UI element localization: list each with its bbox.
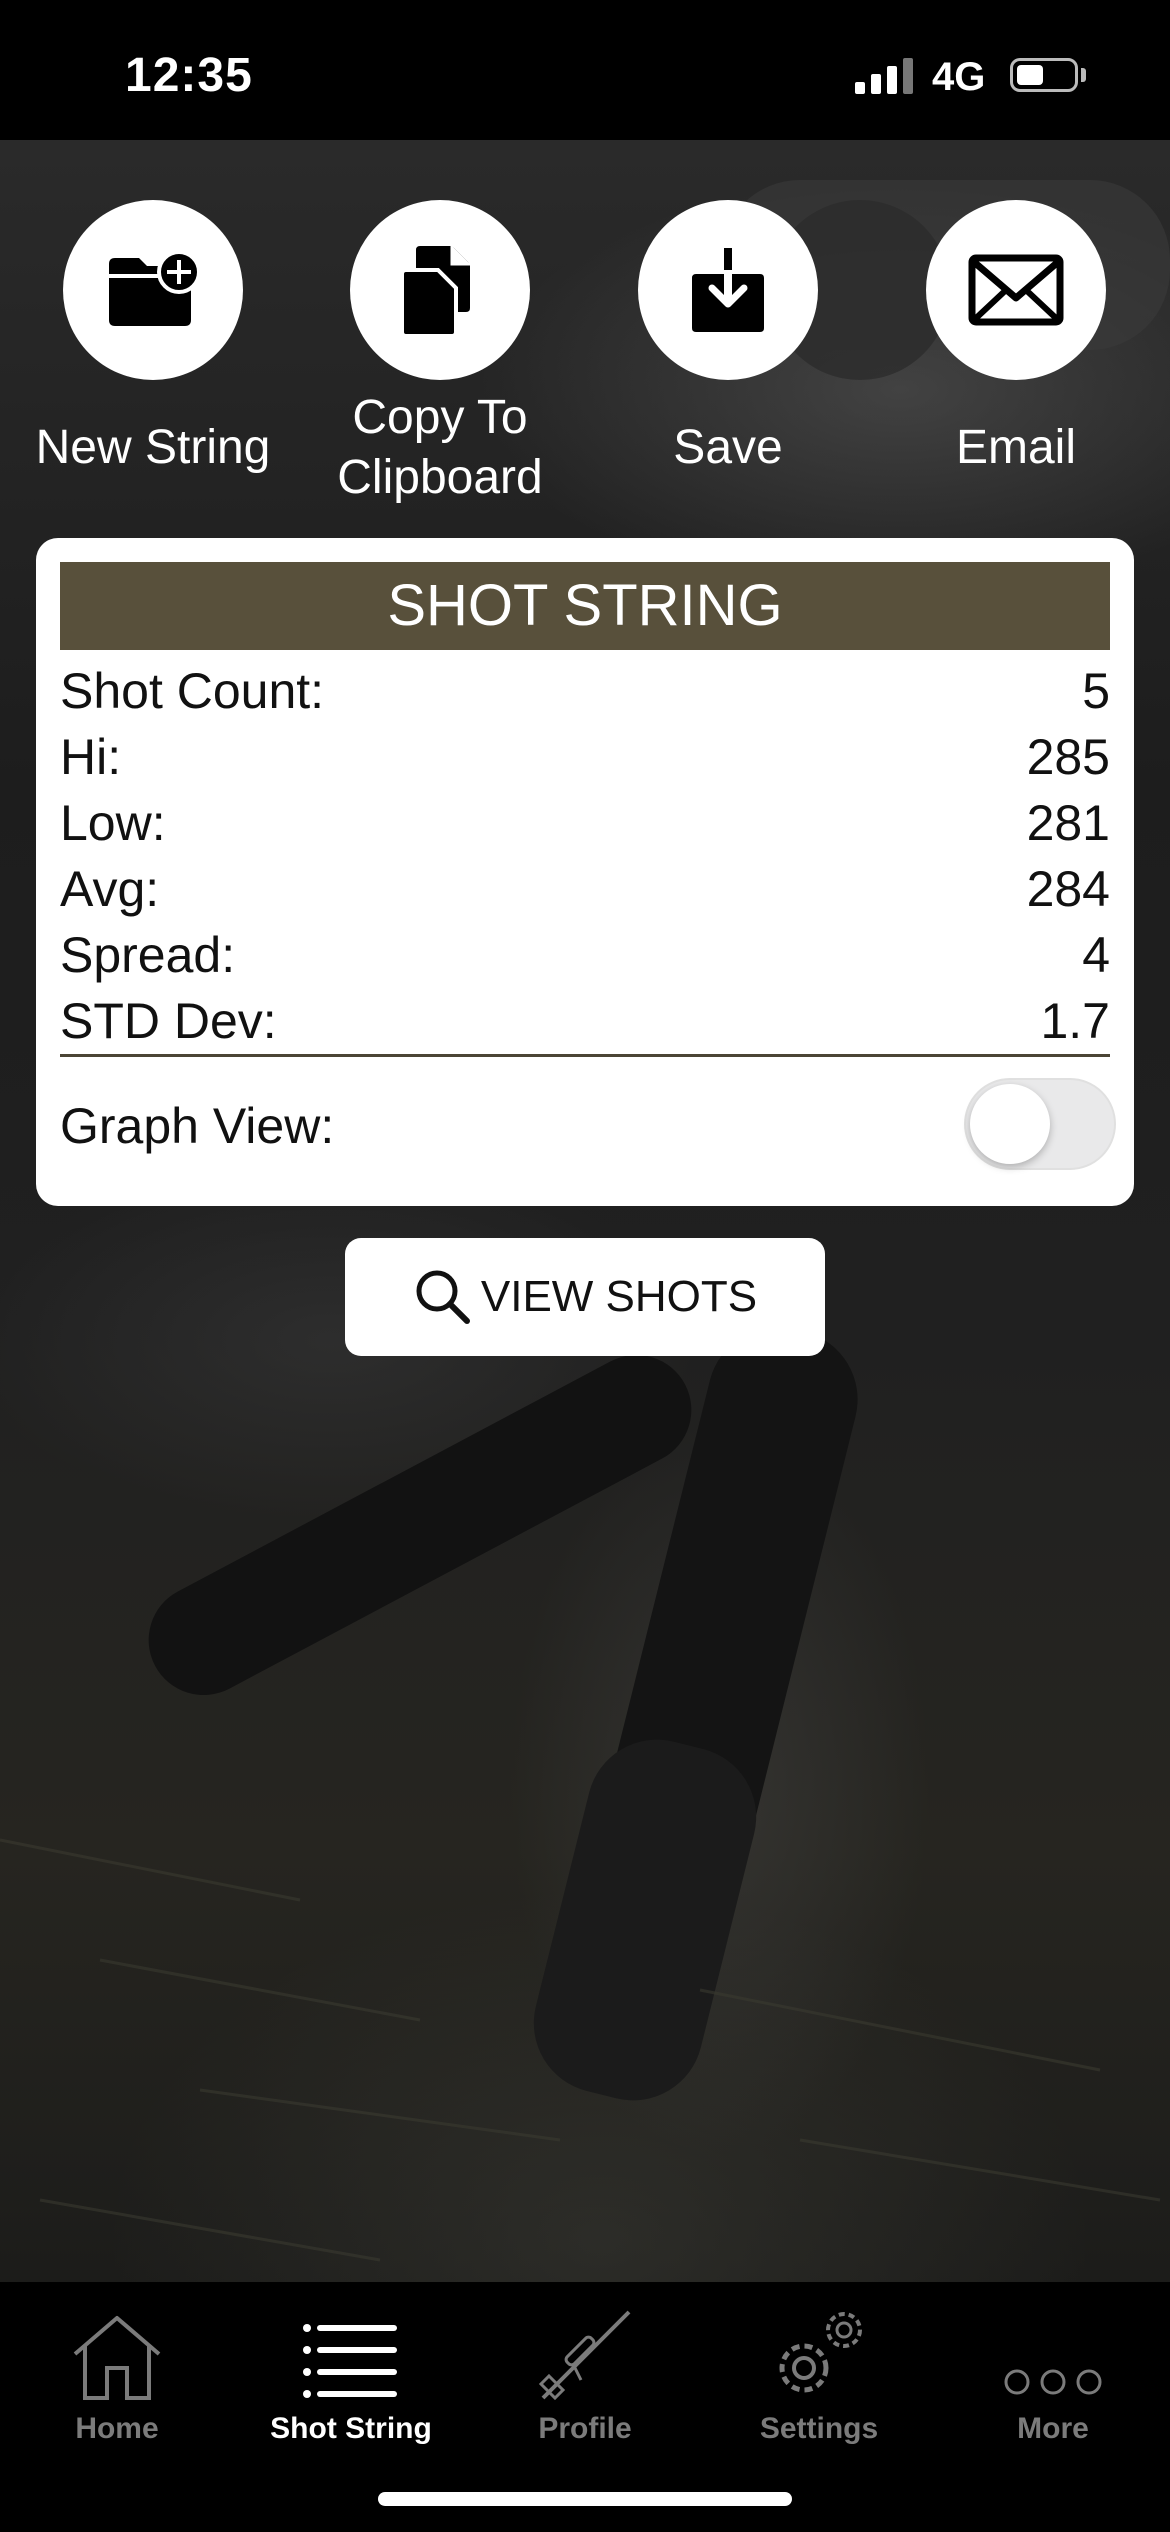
home-icon	[73, 2316, 161, 2400]
download-icon	[692, 248, 764, 332]
shot-string-card: SHOT STRING Shot Count: 5 Hi: 285 Low: 2…	[36, 538, 1134, 1206]
stat-value: 285	[1026, 729, 1110, 785]
copy-to-clipboard-button[interactable]: Copy To Clipboard	[300, 200, 580, 508]
new-string-circle[interactable]	[63, 200, 243, 380]
stat-value: 284	[1026, 861, 1110, 917]
email-button[interactable]: Email	[876, 200, 1156, 478]
copy-to-clipboard-label: Copy To Clipboard	[300, 388, 580, 508]
tab-profile[interactable]: Profile	[468, 2282, 702, 2446]
save-label: Save	[673, 421, 783, 474]
rifle-icon	[538, 2310, 631, 2401]
battery-icon	[1010, 58, 1078, 92]
stat-row-spread: Spread: 4	[60, 922, 1110, 988]
stat-label: Low:	[60, 795, 166, 851]
stat-row-std-dev: STD Dev: 1.7	[60, 988, 1110, 1054]
copy-icon	[400, 246, 470, 338]
stat-label: Shot Count:	[60, 663, 325, 719]
tab-settings[interactable]: Settings	[702, 2282, 936, 2446]
tab-shot-string[interactable]: Shot String	[234, 2282, 468, 2446]
card-divider	[60, 1054, 1110, 1057]
stat-value: 4	[1082, 927, 1110, 983]
new-string-button[interactable]: New String	[13, 200, 293, 478]
view-shots-button[interactable]: VIEW SHOTS	[345, 1238, 825, 1356]
battery-tip	[1081, 68, 1086, 82]
save-circle[interactable]	[638, 200, 818, 380]
stat-label: Hi:	[60, 729, 122, 785]
save-button[interactable]: Save	[588, 200, 868, 478]
graph-view-label: Graph View:	[60, 1098, 335, 1154]
home-indicator	[378, 2492, 792, 2506]
folder-plus-icon	[109, 250, 201, 326]
toggle-knob	[970, 1084, 1050, 1164]
copy-label-line1: Copy To	[352, 391, 528, 444]
tab-label: Profile	[538, 2412, 632, 2445]
tab-bar: Home Shot String Profile Settings More	[0, 2282, 1170, 2532]
card-title: SHOT STRING	[60, 562, 1110, 650]
tab-home[interactable]: Home	[0, 2282, 234, 2446]
view-shots-label: VIEW SHOTS	[480, 1272, 758, 1321]
graph-view-toggle[interactable]	[964, 1078, 1116, 1170]
stat-row-avg: Avg: 284	[60, 856, 1110, 922]
signal-icon	[855, 58, 915, 94]
tab-label: More	[1017, 2412, 1089, 2445]
stat-label: Avg:	[60, 861, 160, 917]
stat-value: 281	[1026, 795, 1110, 851]
search-icon	[416, 1270, 470, 1324]
stat-row-hi: Hi: 285	[60, 724, 1110, 790]
status-time: 12:35	[125, 49, 253, 102]
list-icon	[303, 2324, 397, 2398]
more-dots-icon	[1004, 2369, 1102, 2395]
envelope-icon	[968, 254, 1064, 326]
email-circle[interactable]	[926, 200, 1106, 380]
status-bar: 12:35 4G	[0, 0, 1170, 140]
tab-more[interactable]: More	[936, 2282, 1170, 2446]
network-type: 4G	[932, 55, 986, 99]
tab-label: Shot String	[270, 2412, 432, 2445]
stat-label: Spread:	[60, 927, 236, 983]
stat-row-low: Low: 281	[60, 790, 1110, 856]
stat-value: 1.7	[1040, 993, 1110, 1049]
stat-label: STD Dev:	[60, 993, 277, 1049]
copy-label-line2: Clipboard	[337, 451, 543, 504]
stat-value: 5	[1082, 663, 1110, 719]
email-label: Email	[955, 421, 1077, 474]
tab-label: Home	[75, 2412, 159, 2445]
stat-row-shot-count: Shot Count: 5	[60, 658, 1110, 724]
copy-circle[interactable]	[350, 200, 530, 380]
tab-label: Settings	[759, 2412, 879, 2445]
gear-icon	[779, 2312, 862, 2393]
new-string-label: New String	[35, 421, 271, 474]
